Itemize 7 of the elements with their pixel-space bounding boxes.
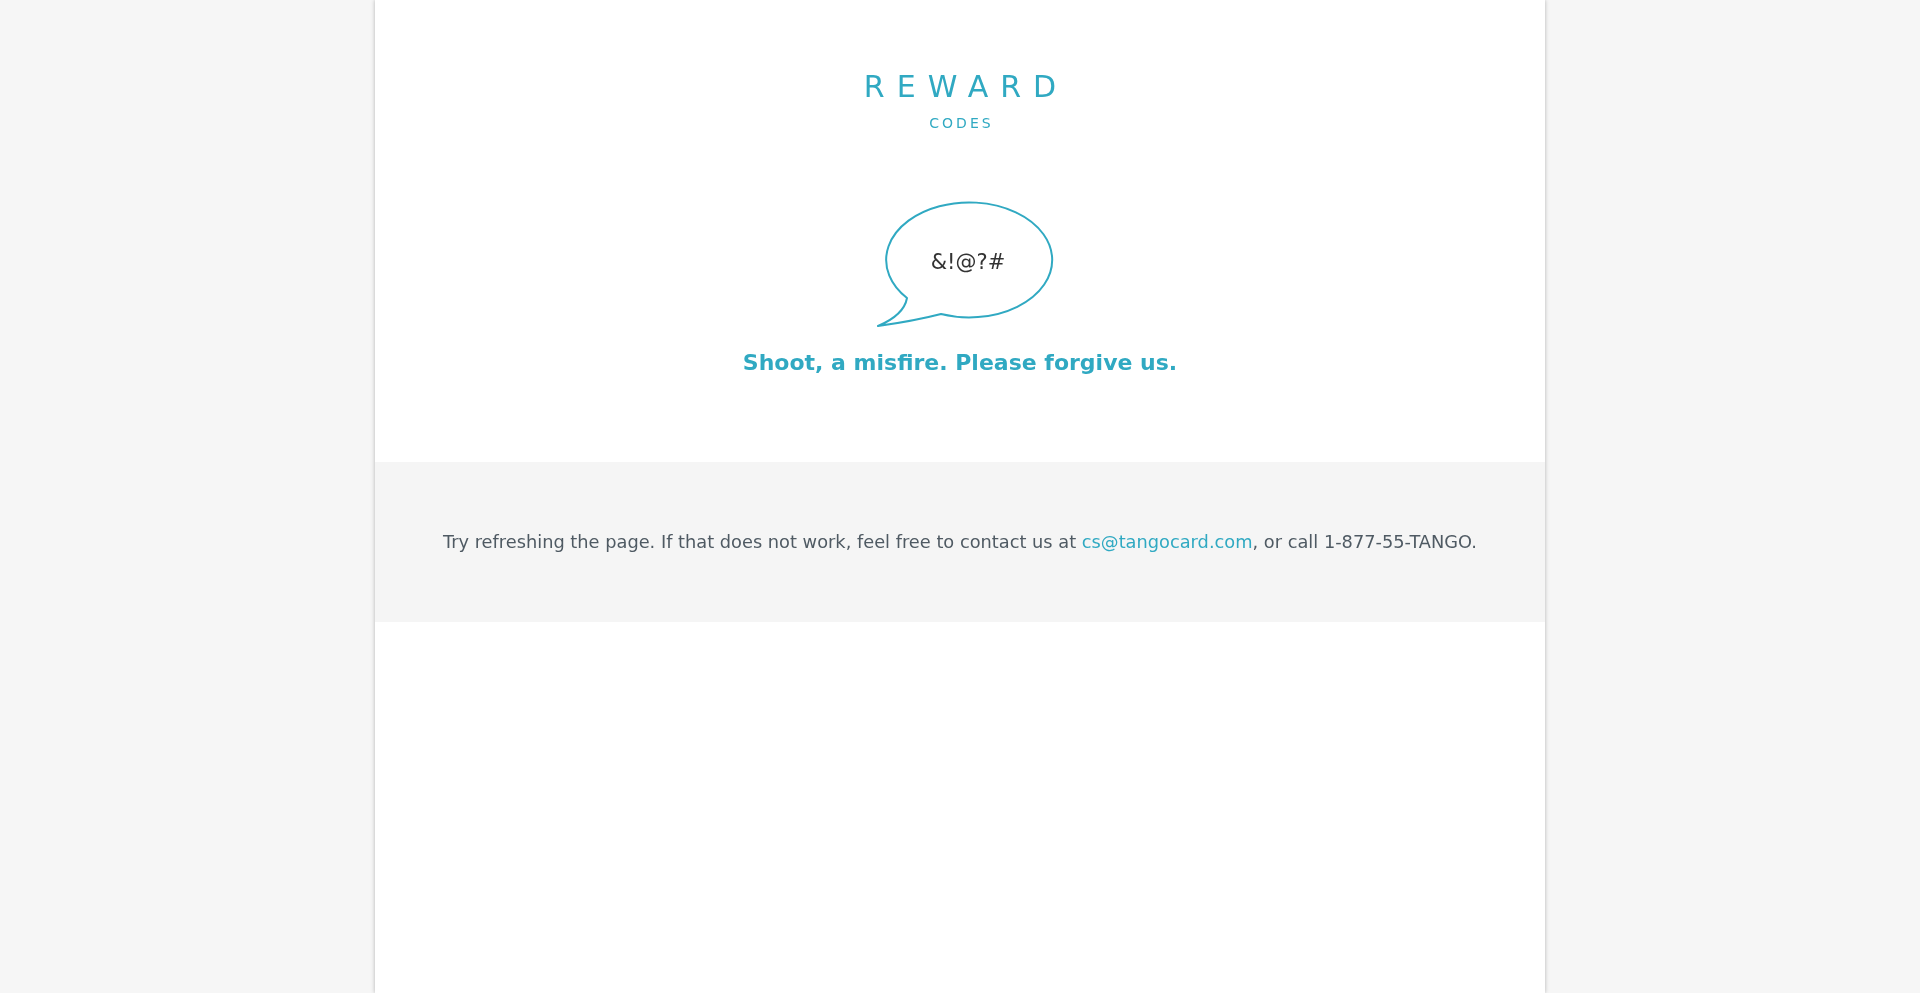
logo-wordmark: REWARD: [863, 72, 1069, 102]
speech-bubble-icon: [874, 200, 1054, 330]
help-message: Try refreshing the page. If that does not work, feel free to contact us at cs@tangocard.com, or call 1-877-55-TANGO.: [442, 529, 1478, 554]
bubble-symbols: &!@?#: [929, 252, 1007, 273]
logo-subtitle: CODES: [929, 116, 994, 130]
error-heading: Shoot, a misfire. Please forgive us.: [742, 350, 1178, 377]
email-link[interactable]: cs@tangocard.com: [1081, 530, 1253, 552]
